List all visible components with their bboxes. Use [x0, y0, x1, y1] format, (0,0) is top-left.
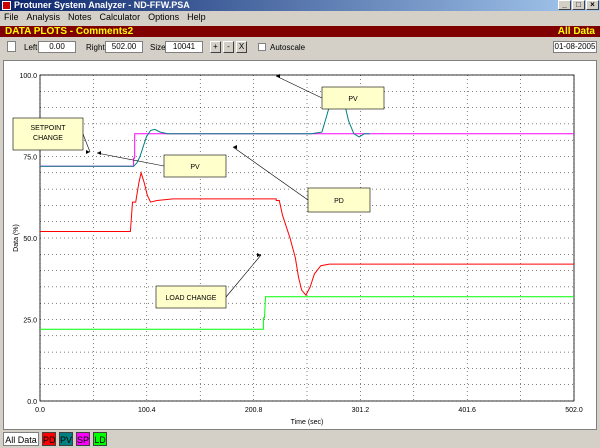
x-tick-label: 0.0: [35, 407, 45, 414]
header-title: DATA PLOTS - Comments2: [5, 26, 134, 37]
app-icon: [2, 1, 11, 10]
autoscale-checkbox[interactable]: [258, 43, 266, 51]
tab-all-data[interactable]: All Data: [3, 432, 39, 446]
notes-icon[interactable]: [7, 41, 16, 52]
callout-leader: [82, 133, 91, 153]
menu-file[interactable]: File: [0, 11, 23, 24]
x-tick-label: 100.4: [138, 407, 156, 414]
y-tick-label: 50.0: [23, 236, 37, 243]
menu-options[interactable]: Options: [144, 11, 183, 24]
tab-sp[interactable]: SP: [76, 432, 90, 446]
left-field[interactable]: 0.00: [38, 41, 76, 53]
right-field[interactable]: 502.00: [105, 41, 143, 53]
toolbar: Left 0.00 Right 502.00 Size 10041 + - X …: [0, 38, 600, 57]
x-axis-label: Time (sec): [291, 419, 324, 426]
date-display: 01-08-2005: [553, 41, 597, 53]
x-tick-label: 502.0: [565, 407, 583, 414]
window-title: Protuner System Analyzer - ND-FFW.PSA: [14, 0, 190, 10]
x-tick-label: 301.2: [352, 407, 370, 414]
left-label: Left: [24, 43, 38, 52]
y-axis-label: Data (%): [13, 224, 20, 252]
menu-help[interactable]: Help: [183, 11, 210, 24]
header-scope: All Data: [557, 26, 595, 37]
y-tick-label: 25.0: [23, 318, 37, 325]
tab-pd[interactable]: PD: [42, 432, 56, 446]
x-tick-label: 200.8: [245, 407, 263, 414]
zoom-fit-icon[interactable]: X: [236, 41, 247, 53]
data-plot[interactable]: 0.0 25.0 50.0 75.0 100.0 0.0 100.4 200.8 301.2 40…: [4, 61, 596, 429]
window-controls: _ □ ×: [558, 0, 599, 11]
callout-label: LOAD CHANGE: [166, 295, 217, 302]
plot-header: DATA PLOTS - Comments2 All Data: [0, 26, 600, 37]
callout-label: CHANGE: [33, 135, 63, 142]
size-label: Size: [150, 43, 166, 52]
callout-label: PV: [190, 164, 200, 171]
tab-ld[interactable]: LD: [93, 432, 107, 446]
zoom-in-icon[interactable]: +: [210, 41, 221, 53]
y-tick-label: 0.0: [27, 399, 37, 406]
right-label: Right: [86, 43, 105, 52]
minimize-icon[interactable]: _: [558, 0, 571, 10]
zoom-out-icon[interactable]: -: [223, 41, 234, 53]
tabs-bar: All Data PD PV SP LD: [0, 431, 600, 448]
menu-notes[interactable]: Notes: [64, 11, 96, 24]
menu-calculator[interactable]: Calculator: [96, 11, 145, 24]
size-field[interactable]: 10041: [165, 41, 203, 53]
callout-leader: [225, 254, 262, 298]
callout-label: SETPOINT: [30, 125, 66, 132]
close-icon[interactable]: ×: [586, 0, 599, 10]
maximize-icon[interactable]: □: [572, 0, 585, 10]
menu-analysis[interactable]: Analysis: [23, 11, 65, 24]
callout-arrow-icon: [276, 74, 280, 78]
y-tick-label: 75.0: [23, 155, 37, 162]
callout-leader: [275, 75, 323, 99]
series-line-sp: [40, 133, 574, 167]
callout-arrow-icon: [97, 151, 101, 155]
callout-label: PV: [348, 96, 358, 103]
title-bar: Protuner System Analyzer - ND-FFW.PSA _ …: [0, 0, 600, 11]
menu-bar: File Analysis Notes Calculator Options H…: [0, 11, 600, 24]
callout-leader: [232, 146, 309, 201]
callout-label: PD: [334, 198, 344, 205]
plot-area[interactable]: 0.0 25.0 50.0 75.0 100.0 0.0 100.4 200.8 301.2 40…: [3, 60, 597, 430]
tab-pv[interactable]: PV: [59, 432, 73, 446]
callout-leader: [96, 152, 165, 167]
series-line-ld: [40, 296, 574, 330]
callout-arrow-icon: [257, 253, 261, 257]
autoscale-label: Autoscale: [270, 43, 306, 52]
x-tick-label: 401.6: [458, 407, 476, 414]
series-line-pv: [40, 87, 370, 167]
callout-box: [12, 117, 84, 151]
y-tick-label: 100.0: [19, 73, 37, 80]
